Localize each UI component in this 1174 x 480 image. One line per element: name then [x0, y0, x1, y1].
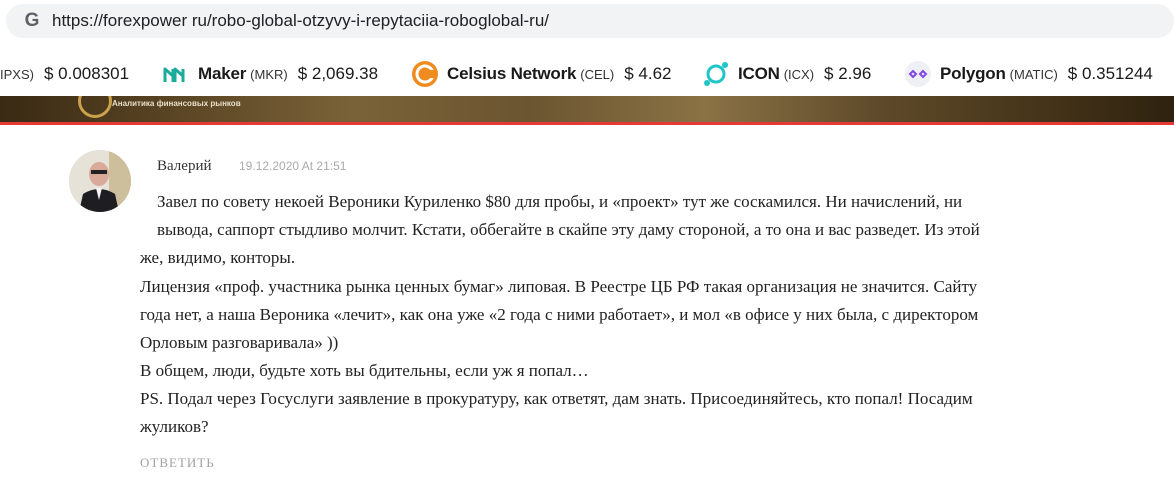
ticker-name: Maker: [198, 64, 247, 83]
site-header-banner: Аналитика финансовых рынков: [0, 96, 1174, 122]
ticker-price: $ 4.62: [624, 64, 672, 83]
crypto-ticker: IPXS) $ 0.008301 Maker (MKR) $ 2,069.38 …: [0, 52, 1174, 96]
comment-line: Лицензия «проф. участника рынка ценных б…: [140, 277, 978, 296]
comment-line: В общем, люди, будьте хоть вы бдительны,…: [140, 361, 589, 380]
icon-icx-icon: [704, 62, 728, 86]
site-logo[interactable]: [78, 96, 112, 118]
ticker-name: ICON: [738, 64, 780, 83]
ticker-symbol: (CEL): [580, 66, 615, 82]
ticker-item-celsius[interactable]: Celsius Network (CEL) $ 4.62: [411, 52, 671, 96]
maker-icon: [163, 67, 185, 82]
ticker-name: Celsius Network: [447, 64, 577, 83]
google-icon: G: [24, 10, 40, 31]
ticker-symbol: (MKR): [250, 66, 288, 82]
ticker-item-icon[interactable]: ICON (ICX) $ 2.96: [702, 52, 871, 96]
ticker-item-truncated[interactable]: IPXS) $ 0.008301: [0, 52, 129, 96]
ticker-name: Polygon: [940, 64, 1006, 83]
ticker-price: $ 0.351244: [1067, 64, 1153, 83]
site-tagline: Аналитика финансовых рынков: [112, 99, 241, 108]
ticker-price: $ 2,069.38: [297, 64, 379, 83]
ticker-symbol: (ICX): [783, 66, 815, 82]
ticker-item-polygon[interactable]: Polygon (MATIC) $ 0.351244: [904, 52, 1153, 96]
comment-date[interactable]: 19.12.2020 At 21:51: [239, 159, 346, 173]
ticker-symbol: (MATIC): [1009, 66, 1058, 82]
comment-line: жуликов?: [140, 417, 209, 436]
ticker-symbol: IPXS): [0, 66, 34, 82]
comment-line: же, видимо, конторы.: [140, 248, 296, 267]
header-divider: [0, 122, 1174, 125]
comment-line: вывода, саппорт стыдливо молчит. Кстати,…: [157, 220, 980, 239]
comment-line: Завел по совету некоей Вероники Куриленк…: [157, 192, 963, 211]
url-text[interactable]: https://forexpower ru/robo-global-otzyvy…: [52, 11, 549, 31]
comment-line: PS. Подал через Госуслуги заявление в пр…: [140, 389, 973, 408]
ticker-price: $ 2.96: [824, 64, 872, 83]
comment-line: Орловым разговаривала» )): [140, 333, 339, 352]
address-bar[interactable]: G https://forexpower ru/robo-global-otzy…: [6, 4, 1174, 38]
polygon-icon: [905, 61, 931, 87]
avatar: [69, 150, 131, 212]
reply-link[interactable]: ОТВЕТИТЬ: [140, 455, 215, 471]
ticker-price: $ 0.008301: [43, 64, 130, 83]
ticker-item-maker[interactable]: Maker (MKR) $ 2,069.38: [162, 52, 378, 96]
comment-author[interactable]: Валерий: [157, 158, 212, 175]
comment-line: года нет, а наша Вероника «лечит», как о…: [140, 305, 979, 324]
celsius-icon: [412, 61, 438, 87]
browser-toolbar: G https://forexpower ru/robo-global-otzy…: [0, 0, 1174, 42]
